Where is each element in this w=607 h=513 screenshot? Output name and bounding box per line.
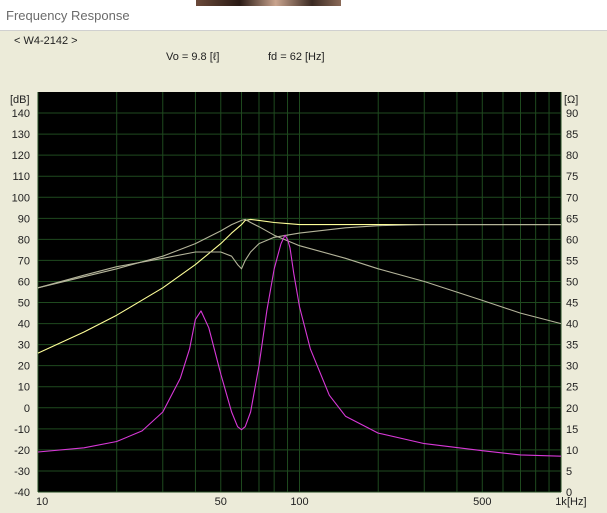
y-right-unit: [Ω] (564, 94, 578, 106)
y-left-tick-label: 80 (18, 234, 30, 246)
y-left-tick-label: -20 (14, 445, 30, 457)
y-right-tick-label: 5 (566, 466, 572, 478)
y-left-tick-label: 60 (18, 276, 30, 288)
y-left-tick-label: -40 (14, 487, 30, 499)
y-right-tick-label: 40 (566, 319, 578, 331)
y-left-tick-label: 140 (12, 108, 30, 120)
y-left-tick-label: 30 (18, 340, 30, 352)
y-right-tick-label: 60 (566, 234, 578, 246)
y-left-tick-label: 100 (12, 192, 30, 204)
x-tick-label: 50 (215, 496, 227, 508)
y-right-tick-label: 75 (566, 171, 578, 183)
y-left-tick-label: 120 (12, 150, 30, 162)
x-tick-label: 100 (290, 496, 308, 508)
y-right-tick-label: 90 (566, 108, 578, 120)
x-unit: [Hz] (567, 496, 587, 508)
y-left-unit: [dB] (10, 94, 30, 106)
y-left-tick-label: 10 (18, 382, 30, 394)
y-right-tick-label: 50 (566, 276, 578, 288)
y-right-tick-label: 10 (566, 445, 578, 457)
y-left-tick-label: 90 (18, 213, 30, 225)
y-right-tick-label: 20 (566, 403, 578, 415)
y-left-tick-label: 50 (18, 298, 30, 310)
y-left-tick-label: 70 (18, 255, 30, 267)
y-right-tick-label: 70 (566, 192, 578, 204)
y-left-tick-label: 130 (12, 129, 30, 141)
y-right-tick-label: 80 (566, 150, 578, 162)
y-right-tick-label: 65 (566, 213, 578, 225)
y-left-tick-label: -30 (14, 466, 30, 478)
y-right-tick-label: 35 (566, 340, 578, 352)
x-tick-label: 10 (36, 496, 48, 508)
x-tick-label: 500 (473, 496, 491, 508)
y-left-tick-label: 110 (12, 171, 30, 183)
x-tick-label: 1k (555, 496, 567, 508)
y-right-tick-label: 15 (566, 424, 578, 436)
y-right-tick-label: 45 (566, 298, 578, 310)
y-right-tick-label: 25 (566, 382, 578, 394)
y-left-tick-label: 0 (24, 403, 30, 415)
y-left-tick-label: 20 (18, 361, 30, 373)
y-right-tick-label: 85 (566, 129, 578, 141)
y-left-tick-label: -10 (14, 424, 30, 436)
frequency-response-chart: 1401301201101009080706050403020100-10-20… (10, 92, 587, 508)
y-right-tick-label: 30 (566, 361, 578, 373)
y-left-tick-label: 40 (18, 319, 30, 331)
y-right-tick-label: 55 (566, 255, 578, 267)
